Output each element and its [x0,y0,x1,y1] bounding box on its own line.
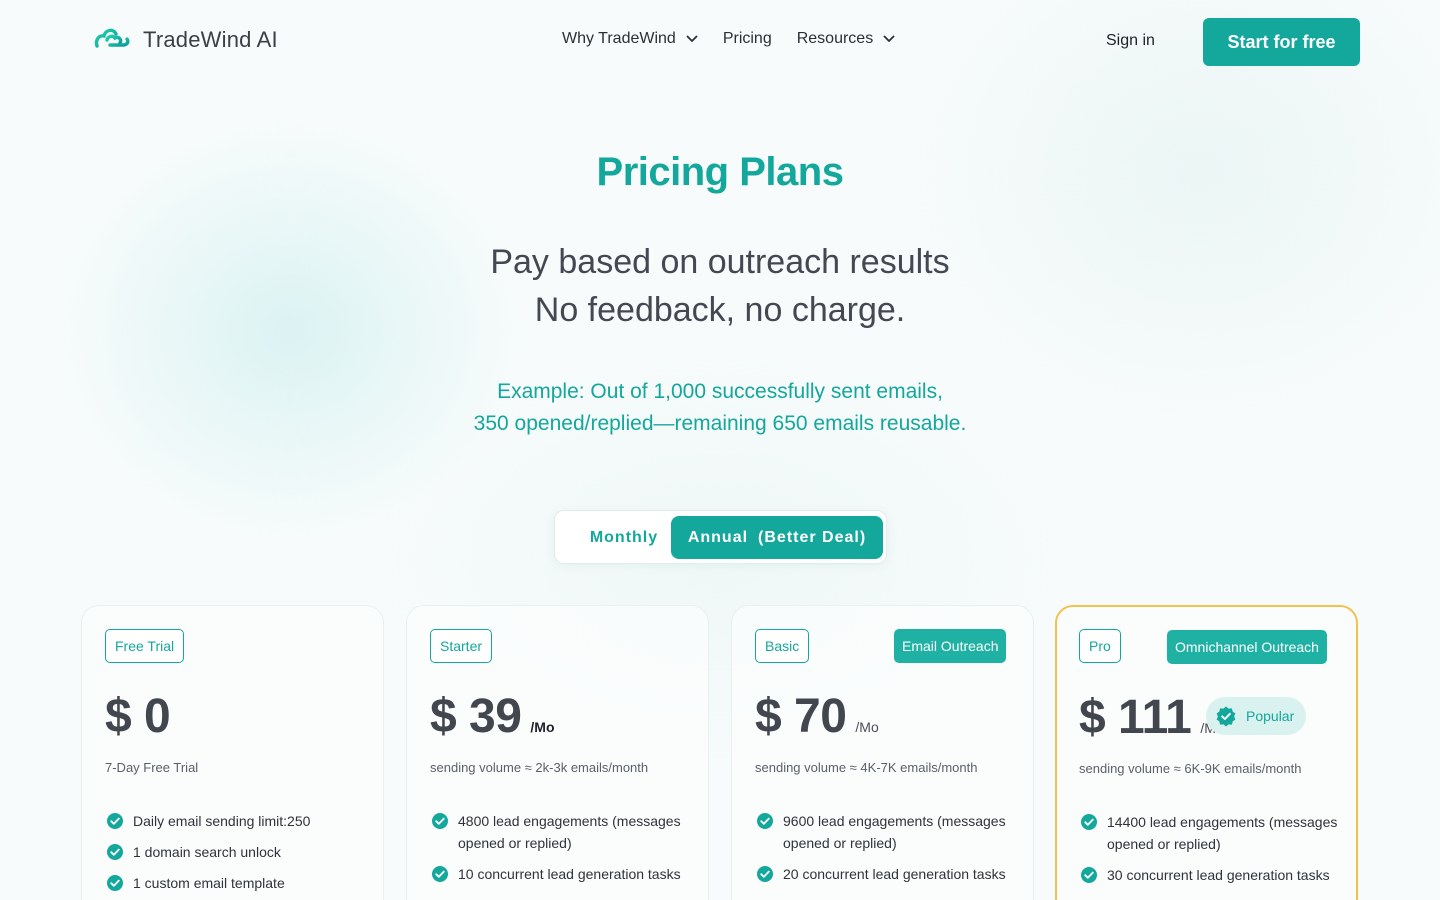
annual-option[interactable]: Annual (Better Deal) [671,516,883,559]
annual-note: (Better Deal) [758,528,867,546]
price-amount: $ 39 [430,690,522,743]
check-circle-icon [1081,867,1097,883]
feature-text: 9600 lead engagements (messages opened o… [783,813,1006,851]
feature-text: 1 domain search unlock [133,844,281,860]
plan-price: $ 39 /Mo [430,689,555,744]
feature-item: 30 concurrent lead generation tasks [1080,864,1340,886]
check-circle-icon [107,813,123,829]
plan-card-basic: Basic Email Outreach $ 70 /Mo sending vo… [731,605,1034,900]
nav-pricing[interactable]: Pricing [723,30,772,48]
main-nav: Why TradeWind Pricing Resources [562,30,895,48]
check-circle-icon [432,813,448,829]
nav-resources-label: Resources [796,30,874,47]
price-period: /Mo [530,719,555,735]
brand-name: TradeWind AI [143,27,278,52]
check-circle-icon [107,844,123,860]
plan-card-starter: Starter $ 39 /Mo sending volume ≈ 2k-3k … [406,605,709,900]
plan-volume: 7-Day Free Trial [105,760,199,775]
nav-why-tradewind[interactable]: Why TradeWind [562,30,698,48]
plan-card-free-trial: Free Trial $ 0 7-Day Free Trial Daily em… [81,605,384,900]
chevron-down-icon [883,35,895,42]
feature-text: 30 concurrent lead generation tasks [1107,867,1330,883]
price-amount: $ 70 [755,690,847,743]
feature-text: 1 custom email template [133,875,285,891]
feature-item: Daily email sending limit:250 [106,810,366,832]
feature-item: 9600 lead engagements (messages opened o… [756,810,1016,854]
plan-volume: sending volume ≈ 2k-3k emails/month [430,760,649,775]
feature-item: 10 concurrent lead generation tasks [431,863,691,885]
popular-badge: Popular [1206,697,1306,735]
feature-text: 14400 lead engagements (messages opened … [1107,814,1338,852]
feature-text: 4800 lead engagements (messages opened o… [458,813,681,851]
plan-price: $ 111 /Mo [1079,690,1224,745]
feature-item: 1 custom email template [106,872,366,894]
page-title: Pricing Plans [596,150,844,194]
plan-volume: sending volume ≈ 4K-7K emails/month [755,760,978,775]
nav-pricing-label: Pricing [722,30,772,47]
tier-badge: Pro [1079,629,1121,663]
feature-item: 1 domain search unlock [106,841,366,863]
site-header: TradeWind AI Why TradeWind Pricing Resou… [0,0,1440,84]
pricing-example: Example: Out of 1,000 successfully sent … [0,376,1440,440]
plan-volume: sending volume ≈ 6K-9K emails/month [1079,761,1302,776]
example-line-2: 350 opened/replied—remaining 650 emails … [473,412,967,435]
price-period: /Mo [855,719,879,735]
plan-card-pro: Pro Omnichannel Outreach $ 111 /Mo Popul… [1055,605,1358,900]
plan-tag: Email Outreach [894,629,1007,663]
check-circle-icon [432,866,448,882]
subtitle-line-2: No feedback, no charge. [534,291,906,329]
tier-badge: Free Trial [105,629,185,663]
chevron-down-icon [686,35,698,42]
nav-resources[interactable]: Resources [797,30,895,48]
plan-tag: Omnichannel Outreach [1167,630,1327,664]
feature-list: 9600 lead engagements (messages opened o… [756,810,1016,894]
subtitle-line-1: Pay based on outreach results [490,243,950,281]
feature-list: 4800 lead engagements (messages opened o… [431,810,691,894]
hero-subtitle: Pay based on outreach results No feedbac… [0,238,1440,334]
check-circle-icon [1081,814,1097,830]
popular-label: Popular [1246,708,1295,724]
sign-in-link[interactable]: Sign in [1106,32,1155,50]
feature-item: 20 concurrent lead generation tasks [756,863,1016,885]
feature-item: 4800 lead engagements (messages opened o… [431,810,691,854]
example-line-1: Example: Out of 1,000 successfully sent … [497,380,943,403]
plan-price: $ 70 /Mo [755,689,879,744]
billing-toggle: Monthly Annual (Better Deal) [554,510,887,564]
feature-item: 14400 lead engagements (messages opened … [1080,811,1340,855]
brand-logo[interactable]: TradeWind AI [93,24,278,56]
monthly-option[interactable]: Monthly [569,517,679,558]
check-circle-icon [107,875,123,891]
check-circle-icon [757,866,773,882]
tier-badge: Starter [430,629,493,663]
feature-list: 14400 lead engagements (messages opened … [1080,811,1340,895]
price-amount: $ 0 [105,690,171,743]
verified-badge-icon [1216,706,1236,727]
nav-why-label: Why TradeWind [562,30,676,47]
cloud-wind-icon [94,28,131,53]
feature-text: 20 concurrent lead generation tasks [783,866,1006,882]
start-for-free-button[interactable]: Start for free [1203,18,1360,66]
plan-price: $ 0 [105,689,171,744]
feature-list: Daily email sending limit:250 1 domain s… [106,810,366,900]
tier-badge: Basic [755,629,810,663]
annual-label: Annual [687,528,749,546]
price-amount: $ 111 [1079,691,1192,744]
feature-text: Daily email sending limit:250 [133,813,311,829]
feature-text: 10 concurrent lead generation tasks [458,866,681,882]
check-circle-icon [757,813,773,829]
